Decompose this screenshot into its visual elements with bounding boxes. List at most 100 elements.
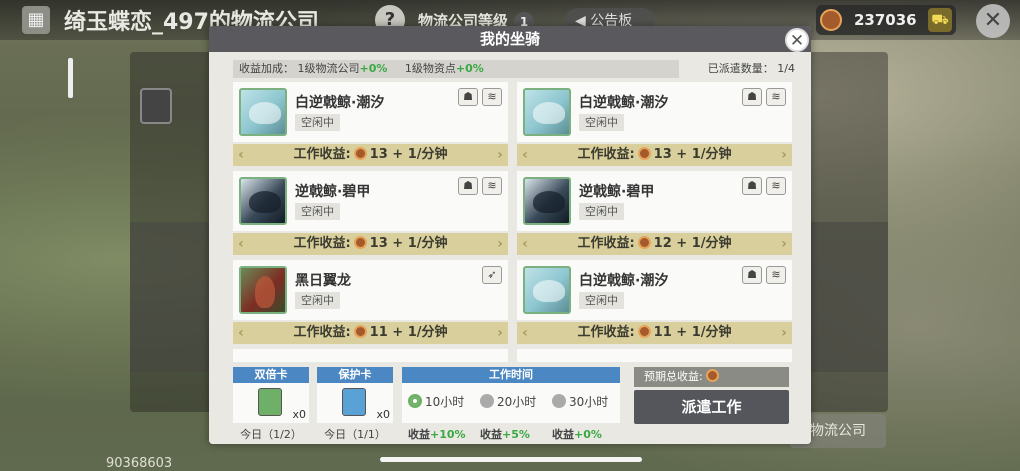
protect-card-label: 保护卡 bbox=[317, 367, 393, 383]
time-option-20h[interactable]: 20小时 bbox=[480, 390, 552, 414]
double-card-icon bbox=[258, 388, 282, 416]
mount-portrait-icon bbox=[533, 191, 565, 213]
double-card-today: 今日（1/2） bbox=[240, 428, 302, 441]
bonus-outpost-pct: +0% bbox=[455, 62, 484, 75]
work-time-panel: 工作时间 10小时 20小时 30小时 bbox=[402, 367, 620, 423]
mount-card[interactable]: 白逆戟鲸·潮汐 空闲中 ☗ ≋ ‹ 工作收益: 13 + 1/分钟 › bbox=[517, 82, 792, 168]
chevron-right-icon: › bbox=[781, 325, 787, 341]
mount-card-info: 黑日翼龙 空闲中 ➶ bbox=[233, 260, 508, 320]
dialog-close-button[interactable]: ✕ bbox=[785, 28, 809, 52]
mount-card[interactable]: 白逆戟鲸·潮汐 空闲中 ☗ ≋ ‹ 工作收益: 11 + 1/分钟 › bbox=[517, 260, 792, 346]
income-label: 工作收益: bbox=[577, 147, 635, 162]
mount-card[interactable]: 逆戟鲸·碧甲 空闲中 ☗ ≋ ‹ 工作收益: 13 + 1/分钟 › bbox=[233, 171, 508, 257]
coin-icon bbox=[637, 147, 651, 160]
mount-status: 空闲中 bbox=[579, 292, 624, 309]
mount-portrait-icon bbox=[533, 102, 565, 124]
protect-card-today: 今日（1/1） bbox=[324, 428, 386, 441]
income-bonus-bar: 收益加成： 1级物流公司+0% 1级物资点+0% bbox=[233, 60, 679, 78]
mount-card-partial[interactable] bbox=[517, 349, 792, 362]
coin-balance-value: 237036 bbox=[854, 11, 917, 29]
wave-icon[interactable]: ≋ bbox=[766, 177, 786, 195]
dispatch-work-button[interactable]: 派遣工作 bbox=[634, 390, 789, 424]
mount-status: 空闲中 bbox=[295, 114, 340, 131]
mount-status: 空闲中 bbox=[295, 292, 340, 309]
chevron-left-icon: ‹ bbox=[522, 236, 528, 252]
mount-card-info: 白逆戟鲸·潮汐 空闲中 ☗ ≋ bbox=[517, 82, 792, 142]
protect-card-slot[interactable]: 保护卡 x0 bbox=[317, 367, 393, 423]
coin-icon bbox=[705, 369, 719, 382]
time-option-label: 20小时 bbox=[497, 395, 537, 409]
bonus-outpost-text: 1级物资点 bbox=[404, 62, 456, 75]
coin-balance: 237036 ⛟ bbox=[816, 5, 956, 35]
mount-card[interactable]: 白逆戟鲸·潮汐 空闲中 ☗ ≋ ‹ 工作收益: 13 + 1/分钟 › bbox=[233, 82, 508, 168]
chevron-left-icon: ‹ bbox=[522, 147, 528, 163]
side-scroll-indicator bbox=[68, 58, 73, 98]
protect-card-count: x0 bbox=[376, 408, 390, 421]
dialog-header: 我的坐骑 ✕ bbox=[209, 26, 811, 52]
company-logo-icon: ▦ bbox=[22, 6, 50, 34]
double-card-slot[interactable]: 双倍卡 x0 bbox=[233, 367, 309, 423]
wave-icon[interactable]: ≋ bbox=[482, 177, 502, 195]
mount-name: 白逆戟鲸·潮汐 bbox=[295, 95, 385, 111]
mount-avatar bbox=[523, 266, 571, 314]
bonus-company-text: 1级物流公司 bbox=[297, 62, 360, 75]
wave-icon[interactable]: ≋ bbox=[766, 266, 786, 284]
time-bonus-value: +0% bbox=[574, 428, 602, 441]
time-option-label: 10小时 bbox=[425, 395, 465, 409]
dispatch-controls: 双倍卡 x0 今日（1/2） 保护卡 x0 今日（1/1） 工作时间 10小时 … bbox=[209, 362, 811, 444]
work-time-label: 工作时间 bbox=[402, 367, 620, 383]
chevron-right-icon: › bbox=[781, 236, 787, 252]
wave-icon[interactable]: ≋ bbox=[766, 88, 786, 106]
mask-icon[interactable]: ☗ bbox=[742, 88, 762, 106]
mount-card-partial[interactable] bbox=[233, 349, 508, 362]
chevron-left-icon: ‹ bbox=[238, 236, 244, 252]
time-option-30h[interactable]: 30小时 bbox=[552, 390, 624, 414]
coin-icon bbox=[820, 9, 842, 31]
mount-name: 白逆戟鲸·潮汐 bbox=[579, 95, 669, 111]
time-option-10h[interactable]: 10小时 bbox=[408, 390, 480, 414]
radio-icon bbox=[552, 394, 566, 408]
wave-icon[interactable]: ≋ bbox=[482, 88, 502, 106]
mount-status: 空闲中 bbox=[295, 203, 340, 220]
mount-income-bar: ‹ 工作收益: 13 + 1/分钟 › bbox=[233, 233, 508, 255]
bonus-company-pct: +0% bbox=[359, 62, 388, 75]
time-option-label: 30小时 bbox=[569, 395, 609, 409]
mount-income-bar: ‹ 工作收益: 12 + 1/分钟 › bbox=[517, 233, 792, 255]
home-indicator bbox=[380, 457, 642, 462]
mount-avatar bbox=[239, 177, 287, 225]
shop-cart-icon[interactable]: ⛟ bbox=[928, 8, 952, 32]
time-bonus-10h: 收益+10% bbox=[408, 426, 466, 442]
mount-portrait-icon bbox=[249, 102, 281, 124]
income-value: 11 + 1/分钟 bbox=[369, 325, 448, 340]
mask-icon[interactable]: ☗ bbox=[458, 88, 478, 106]
mount-status: 空闲中 bbox=[579, 203, 624, 220]
mount-card-info: 白逆戟鲸·潮汐 空闲中 ☗ ≋ bbox=[233, 82, 508, 142]
income-label: 工作收益: bbox=[577, 236, 635, 251]
mask-icon[interactable]: ☗ bbox=[742, 266, 762, 284]
mount-card[interactable]: 逆戟鲸·碧甲 空闲中 ☗ ≋ ‹ 工作收益: 12 + 1/分钟 › bbox=[517, 171, 792, 257]
income-value: 12 + 1/分钟 bbox=[653, 236, 732, 251]
mount-income-bar: ‹ 工作收益: 13 + 1/分钟 › bbox=[233, 144, 508, 166]
income-value: 11 + 1/分钟 bbox=[653, 325, 732, 340]
player-id: 90368603 bbox=[106, 456, 173, 471]
page-close-button[interactable]: ✕ bbox=[976, 4, 1010, 38]
chevron-right-icon: › bbox=[781, 147, 787, 163]
coin-icon bbox=[637, 325, 651, 338]
time-bonus-value: +5% bbox=[502, 428, 530, 441]
mount-income-bar: ‹ 工作收益: 13 + 1/分钟 › bbox=[517, 144, 792, 166]
mount-avatar bbox=[239, 266, 287, 314]
mask-icon[interactable]: ☗ bbox=[742, 177, 762, 195]
mount-portrait-icon bbox=[533, 280, 565, 302]
income-value: 13 + 1/分钟 bbox=[653, 147, 732, 162]
chevron-right-icon: › bbox=[497, 236, 503, 252]
chevron-left-icon: ‹ bbox=[238, 325, 244, 341]
mount-avatar bbox=[523, 88, 571, 136]
chevron-right-icon: › bbox=[497, 147, 503, 163]
double-card-count: x0 bbox=[292, 408, 306, 421]
wing-icon[interactable]: ➶ bbox=[482, 266, 502, 284]
time-bonus-label: 收益 bbox=[552, 428, 574, 441]
protect-card-icon bbox=[342, 388, 366, 416]
coin-icon bbox=[637, 236, 651, 249]
mask-icon[interactable]: ☗ bbox=[458, 177, 478, 195]
mount-card[interactable]: 黑日翼龙 空闲中 ➶ ‹ 工作收益: 11 + 1/分钟 › bbox=[233, 260, 508, 346]
